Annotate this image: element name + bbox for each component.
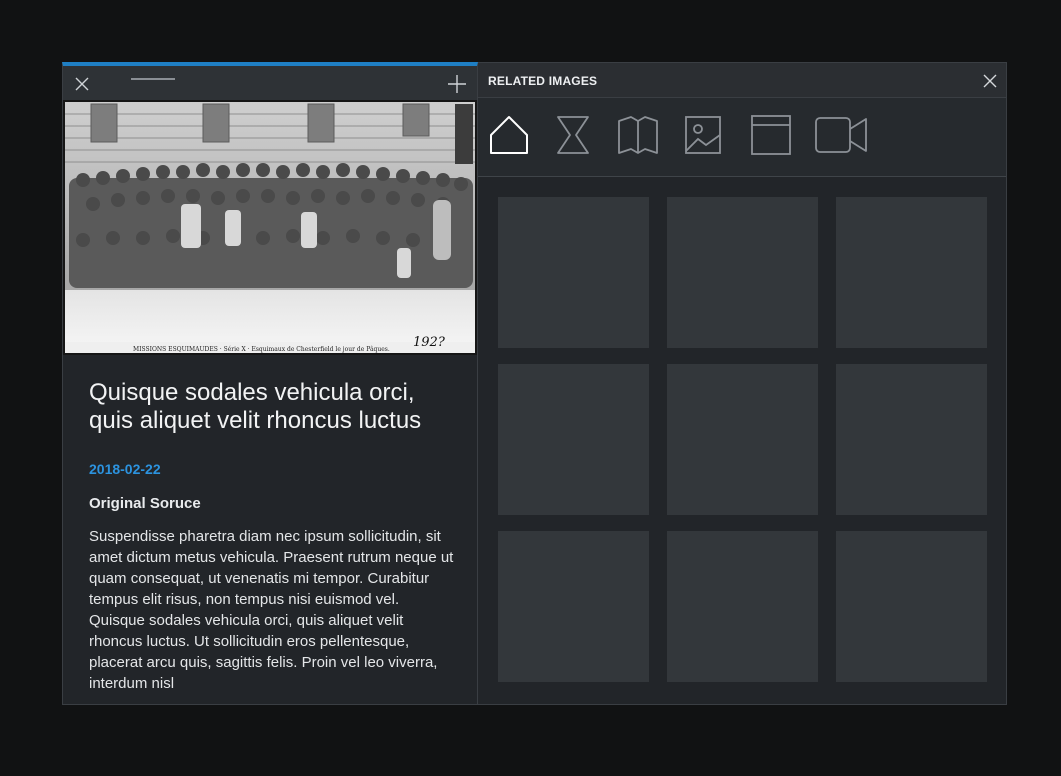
page: MISSIONS ESQUIMAUDES · Série X · Esquima… [0,0,1061,776]
home-icon[interactable] [489,115,529,157]
close-icon[interactable] [73,75,91,93]
plus-icon[interactable] [447,74,467,94]
related-images-grid [498,197,988,683]
image-tile[interactable] [498,531,649,682]
book-icon[interactable] [617,115,659,157]
image-tile[interactable] [836,197,987,348]
archival-photo[interactable]: MISSIONS ESQUIMAUDES · Série X · Esquima… [63,100,477,355]
source-heading: Original Soruce [89,495,201,512]
photo-handwritten-note: 192? [413,335,446,350]
article-body: Suspendisse pharetra diam nec ipsum soll… [89,528,454,692]
image-tile[interactable] [498,364,649,515]
panel-title: RELATED IMAGES [488,74,598,88]
image-tile[interactable] [836,364,987,515]
type-filter-bar [478,98,1006,177]
close-icon[interactable] [982,73,998,89]
drag-handle[interactable] [131,78,175,80]
detail-panel: MISSIONS ESQUIMAUDES · Série X · Esquima… [62,62,478,705]
detail-toolbar [63,66,477,100]
video-camera-icon[interactable] [814,115,870,157]
hourglass-icon[interactable] [556,115,590,157]
article: Quisque sodales vehicula orci, quis aliq… [89,379,459,694]
article-title: Quisque sodales vehicula orci, quis aliq… [89,379,422,434]
image-icon[interactable] [684,115,722,157]
image-tile[interactable] [667,364,818,515]
image-tile[interactable] [667,197,818,348]
image-tile[interactable] [667,531,818,682]
window-icon[interactable] [751,115,791,157]
article-date: 2018-02-22 [89,461,161,477]
photo-caption: MISSIONS ESQUIMAUDES · Série X · Esquima… [133,346,390,353]
related-images-header: RELATED IMAGES [478,63,1006,98]
related-images-panel: RELATED IMAGES [478,62,1007,705]
image-tile[interactable] [498,197,649,348]
image-tile[interactable] [836,531,987,682]
